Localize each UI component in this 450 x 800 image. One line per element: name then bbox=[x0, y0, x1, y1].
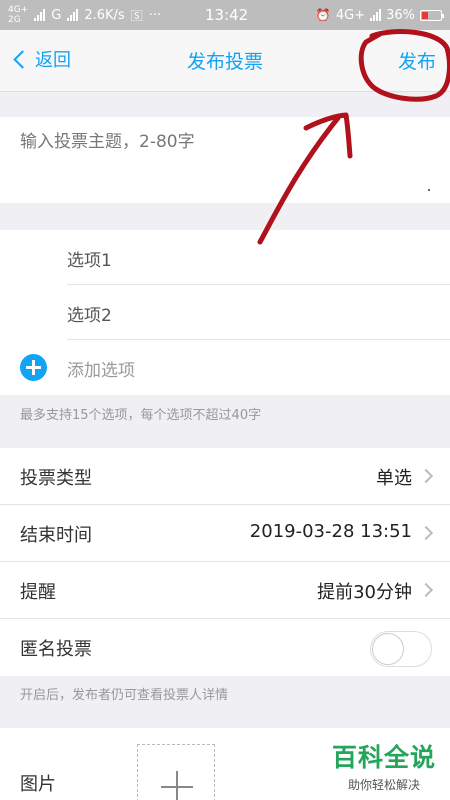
signal-icon-2 bbox=[67, 9, 79, 21]
settings-section: 投票类型 单选 结束时间 2019-03-28 13:51 提醒 提前30分钟 … bbox=[0, 448, 450, 676]
nav-bar: 返回 发布投票 发布 bbox=[0, 30, 450, 92]
battery-fill bbox=[422, 11, 428, 19]
end-time-label: 结束时间 bbox=[20, 525, 92, 546]
anonymous-row: 匿名投票 bbox=[0, 619, 450, 676]
option-row-2[interactable]: 选项2 bbox=[0, 285, 450, 340]
network-type: 4G+ 2G bbox=[8, 5, 28, 25]
network-right-label: 4G+ bbox=[335, 7, 366, 23]
status-left: 4G+ 2G G 2.6K/s 🅂 ··· bbox=[8, 0, 161, 30]
add-option-label[interactable]: 添加选项 bbox=[67, 356, 135, 381]
network-speed: 2.6K/s bbox=[84, 7, 125, 23]
option-input-1[interactable]: 选项1 bbox=[67, 246, 112, 271]
clock: 13:42 bbox=[205, 6, 249, 24]
status-right: ⏰ 4G+ 36% bbox=[315, 0, 444, 30]
more-notifications-icon: ··· bbox=[148, 7, 162, 23]
anonymous-label: 匿名投票 bbox=[20, 639, 92, 660]
vote-type-value: 单选 bbox=[376, 468, 412, 489]
add-circle-icon[interactable] bbox=[20, 354, 47, 381]
topic-input[interactable]: 输入投票主题，2-80字 bbox=[20, 127, 195, 152]
alarm-icon: ⏰ bbox=[315, 8, 331, 22]
options-section: 选项1 选项2 添加选项 bbox=[0, 230, 450, 395]
vote-type-label: 投票类型 bbox=[20, 468, 92, 489]
network-bottom-label: 2G bbox=[8, 15, 21, 25]
add-image-button[interactable] bbox=[137, 744, 215, 800]
remind-row[interactable]: 提醒 提前30分钟 bbox=[0, 562, 450, 619]
options-hint: 最多支持15个选项，每个选项不超过40字 bbox=[20, 408, 262, 423]
end-time-value: 2019-03-28 13:51 bbox=[249, 521, 412, 542]
page-title: 发布投票 bbox=[186, 51, 263, 73]
option-row-1[interactable]: 选项1 bbox=[0, 230, 450, 285]
carrier-label: G bbox=[51, 7, 62, 23]
chevron-right-icon bbox=[418, 468, 434, 484]
option-input-2[interactable]: 选项2 bbox=[67, 301, 112, 326]
chevron-right-icon bbox=[418, 582, 434, 598]
vote-type-row[interactable]: 投票类型 单选 bbox=[0, 448, 450, 505]
signal-icon-3 bbox=[370, 9, 382, 21]
chevron-right-icon bbox=[418, 525, 434, 541]
anonymous-toggle[interactable] bbox=[370, 631, 432, 667]
add-option-row[interactable]: 添加选项 bbox=[0, 340, 450, 395]
text-cursor-dot bbox=[428, 189, 430, 191]
end-time-row[interactable]: 结束时间 2019-03-28 13:51 bbox=[0, 505, 450, 562]
topic-section: 输入投票主题，2-80字 bbox=[0, 117, 450, 203]
signal-icon bbox=[34, 9, 46, 21]
status-bar: 4G+ 2G G 2.6K/s 🅂 ··· 13:42 ⏰ 4G+ 36% bbox=[0, 0, 450, 30]
toggle-knob bbox=[372, 633, 404, 665]
watermark-logo: 百科全说 助你轻松解决 bbox=[332, 738, 436, 793]
image-label: 图片 bbox=[20, 774, 56, 795]
battery-percent: 36% bbox=[386, 7, 415, 23]
app-notification-icon: 🅂 bbox=[130, 8, 143, 23]
remind-label: 提醒 bbox=[20, 582, 56, 603]
anonymous-hint: 开启后，发布者仍可查看投票人详情 bbox=[20, 688, 229, 703]
network-top-label: 4G+ bbox=[8, 5, 29, 15]
publish-button[interactable]: 发布 bbox=[398, 47, 436, 74]
watermark-subtitle: 助你轻松解决 bbox=[347, 778, 420, 792]
battery-icon bbox=[420, 9, 444, 21]
remind-value: 提前30分钟 bbox=[317, 582, 412, 603]
watermark-title: 百科全说 bbox=[331, 743, 436, 772]
